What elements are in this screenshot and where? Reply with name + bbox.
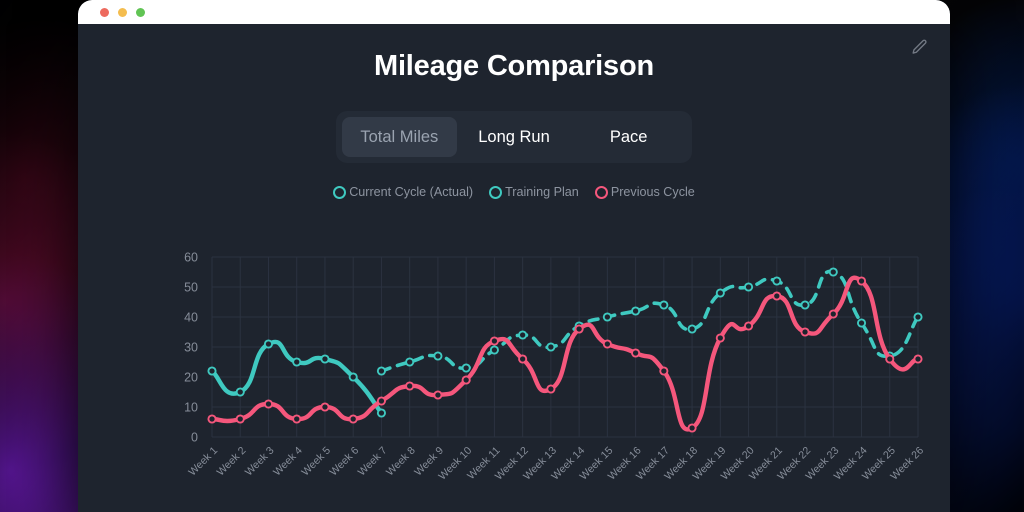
legend-label: Training Plan — [505, 185, 579, 199]
data-point-marker[interactable] — [547, 343, 554, 350]
legend-marker-icon — [489, 186, 502, 199]
x-axis-tick-label: Week 8 — [384, 445, 418, 479]
data-point-marker[interactable] — [688, 325, 695, 332]
tab-total-miles[interactable]: Total Miles — [342, 117, 457, 157]
edit-pencil-icon[interactable] — [908, 36, 930, 58]
y-axis-tick-label: 40 — [184, 311, 198, 325]
data-point-marker[interactable] — [830, 310, 837, 317]
x-axis-tick-label: Week 7 — [356, 445, 390, 479]
data-point-marker[interactable] — [321, 355, 328, 362]
legend-marker-icon — [333, 186, 346, 199]
data-point-marker[interactable] — [378, 367, 385, 374]
window-close-button[interactable] — [100, 8, 109, 17]
page-title: Mileage Comparison — [78, 24, 950, 83]
window-titlebar — [78, 0, 950, 24]
data-point-marker[interactable] — [491, 337, 498, 344]
tab-bar: Total Miles Long Run Pace — [336, 111, 692, 163]
data-point-marker[interactable] — [604, 313, 611, 320]
data-point-marker[interactable] — [773, 292, 780, 299]
data-point-marker[interactable] — [406, 382, 413, 389]
data-point-marker[interactable] — [745, 322, 752, 329]
data-point-marker[interactable] — [208, 367, 215, 374]
y-axis-tick-label: 20 — [184, 371, 198, 385]
y-axis-tick-label: 30 — [184, 341, 198, 355]
data-point-marker[interactable] — [265, 400, 272, 407]
data-point-marker[interactable] — [434, 391, 441, 398]
x-axis-tick-label: Week 2 — [215, 445, 249, 479]
data-point-marker[interactable] — [914, 313, 921, 320]
data-point-marker[interactable] — [660, 367, 667, 374]
data-point-marker[interactable] — [350, 415, 357, 422]
data-point-marker[interactable] — [858, 277, 865, 284]
data-point-marker[interactable] — [632, 307, 639, 314]
data-point-marker[interactable] — [801, 328, 808, 335]
x-axis-tick-label: Week 4 — [271, 445, 305, 479]
data-point-marker[interactable] — [519, 331, 526, 338]
data-point-marker[interactable] — [576, 325, 583, 332]
data-point-marker[interactable] — [547, 385, 554, 392]
data-point-marker[interactable] — [858, 319, 865, 326]
data-point-marker[interactable] — [265, 340, 272, 347]
data-point-marker[interactable] — [717, 289, 724, 296]
data-point-marker[interactable] — [378, 397, 385, 404]
app-content: Mileage Comparison Total Miles Long Run … — [78, 24, 950, 512]
data-point-marker[interactable] — [604, 340, 611, 347]
x-axis-tick-label: Week 6 — [328, 445, 362, 479]
data-point-marker[interactable] — [519, 355, 526, 362]
y-axis-tick-label: 10 — [184, 401, 198, 415]
data-point-marker[interactable] — [745, 283, 752, 290]
y-axis-tick-label: 0 — [191, 431, 198, 445]
legend-label: Current Cycle (Actual) — [349, 185, 473, 199]
data-point-marker[interactable] — [293, 415, 300, 422]
x-axis-tick-label: Week 5 — [299, 445, 333, 479]
data-point-marker[interactable] — [463, 376, 470, 383]
data-point-marker[interactable] — [237, 388, 244, 395]
data-point-marker[interactable] — [688, 424, 695, 431]
data-point-marker[interactable] — [660, 301, 667, 308]
data-point-marker[interactable] — [406, 358, 413, 365]
data-point-marker[interactable] — [350, 373, 357, 380]
x-axis-tick-label: Week 1 — [186, 445, 220, 479]
data-point-marker[interactable] — [378, 409, 385, 416]
data-point-marker[interactable] — [237, 415, 244, 422]
data-point-marker[interactable] — [886, 355, 893, 362]
x-axis-tick-label: Week 3 — [243, 445, 277, 479]
y-axis-tick-label: 60 — [184, 251, 198, 265]
data-point-marker[interactable] — [773, 277, 780, 284]
data-point-marker[interactable] — [914, 355, 921, 362]
tab-pace[interactable]: Pace — [571, 117, 686, 157]
data-point-marker[interactable] — [293, 358, 300, 365]
legend-item-training-plan[interactable]: Training Plan — [489, 185, 579, 199]
chart-x-axis-labels: Week 1Week 2Week 3Week 4Week 5Week 6Week… — [186, 445, 926, 483]
chart-legend: Current Cycle (Actual) Training Plan Pre… — [78, 185, 950, 199]
data-point-marker[interactable] — [801, 301, 808, 308]
window-maximize-button[interactable] — [136, 8, 145, 17]
app-window: Mileage Comparison Total Miles Long Run … — [78, 0, 950, 512]
data-point-marker[interactable] — [463, 364, 470, 371]
data-point-marker[interactable] — [717, 334, 724, 341]
y-axis-tick-label: 50 — [184, 281, 198, 295]
data-point-marker[interactable] — [434, 352, 441, 359]
legend-label: Previous Cycle — [611, 185, 695, 199]
data-point-marker[interactable] — [321, 403, 328, 410]
line-chart: 0102030405060 Week 1Week 2Week 3Week 4We… — [78, 239, 950, 512]
legend-item-previous-cycle[interactable]: Previous Cycle — [595, 185, 695, 199]
data-point-marker[interactable] — [491, 346, 498, 353]
chart-y-axis-labels: 0 10 20 30 40 50 60 — [184, 251, 198, 445]
legend-item-current-cycle[interactable]: Current Cycle (Actual) — [333, 185, 473, 199]
data-point-marker[interactable] — [632, 349, 639, 356]
data-point-marker[interactable] — [208, 415, 215, 422]
window-minimize-button[interactable] — [118, 8, 127, 17]
legend-marker-icon — [595, 186, 608, 199]
data-point-marker[interactable] — [830, 268, 837, 275]
tab-long-run[interactable]: Long Run — [457, 117, 572, 157]
